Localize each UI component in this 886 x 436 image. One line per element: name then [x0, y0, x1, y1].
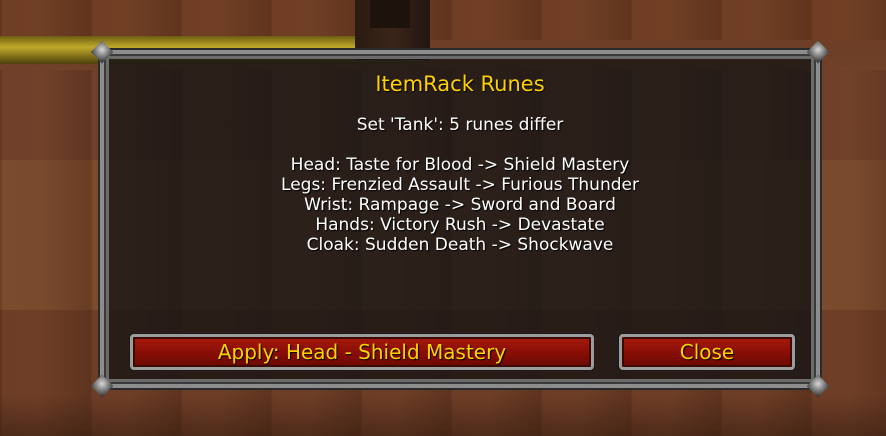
close-button[interactable]: Close	[619, 334, 795, 370]
rune-change-item: Wrist: Rampage -> Sword and Board	[304, 195, 616, 215]
rune-change-item: Hands: Victory Rush -> Devastate	[315, 215, 605, 235]
dialog-subtitle: Set 'Tank': 5 runes differ	[356, 115, 564, 135]
apply-button[interactable]: Apply: Head - Shield Mastery	[130, 334, 594, 370]
rune-change-list: Head: Taste for Blood -> Shield Mastery …	[104, 155, 816, 255]
floor-shadow	[0, 395, 886, 436]
rune-change-item: Head: Taste for Blood -> Shield Mastery	[290, 155, 630, 175]
rune-change-item: Cloak: Sudden Death -> Shockwave	[306, 235, 614, 255]
itemrack-runes-dialog: ItemRack Runes Set 'Tank': 5 runes diffe…	[90, 40, 830, 398]
dialog-title: ItemRack Runes	[375, 72, 545, 96]
rune-change-item: Legs: Frenzied Assault -> Furious Thunde…	[281, 175, 639, 195]
dark-beam-top	[370, 0, 410, 28]
wood-plank	[0, 0, 886, 40]
